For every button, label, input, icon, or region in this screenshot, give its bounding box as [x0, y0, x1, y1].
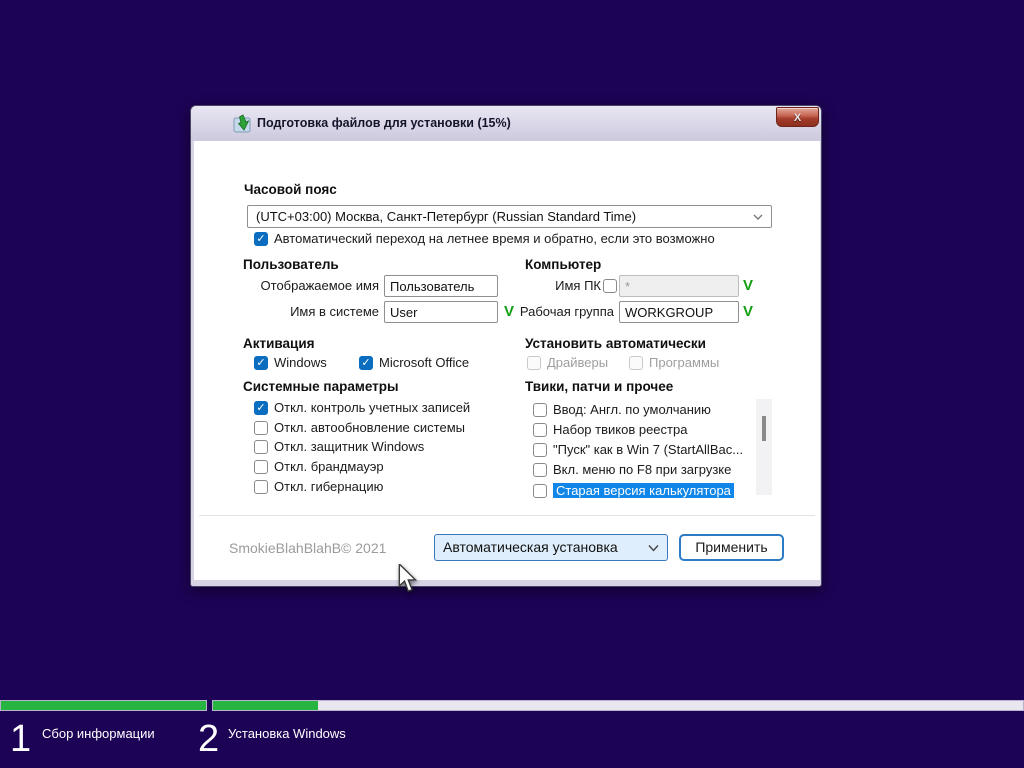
sysparam-label: Откл. гибернацию: [274, 479, 384, 494]
installer-icon: [233, 114, 251, 133]
computer-section-header: Компьютер: [525, 257, 602, 272]
mouse-cursor: [398, 564, 418, 593]
installer-dialog: Подготовка файлов для установки (15%) X …: [190, 105, 822, 587]
dst-checkbox[interactable]: Автоматический переход на летнее время и…: [254, 231, 715, 246]
activation-windows-checkbox[interactable]: Windows: [254, 355, 327, 370]
system-name-label: Имя в системе: [290, 304, 379, 319]
checkbox-icon: [254, 400, 268, 415]
sysparam-label: Откл. защитник Windows: [274, 439, 425, 454]
workgroup-input[interactable]: [619, 301, 739, 323]
step-2-label: Установка Windows: [228, 726, 346, 741]
tweak-label: Вкл. меню по F8 при загрузке: [553, 462, 732, 477]
close-button[interactable]: X: [776, 107, 819, 127]
sysparam-label: Откл. брандмауэр: [274, 459, 384, 474]
copyright-text: SmokieBlahBlahB© 2021: [229, 540, 387, 556]
sysparam-autoupdate-checkbox[interactable]: Откл. автообновление системы: [254, 420, 465, 435]
activation-header: Активация: [243, 336, 315, 351]
apply-button[interactable]: Применить: [679, 534, 784, 561]
display-name-label: Отображаемое имя: [260, 278, 379, 293]
step-2-number: 2: [198, 718, 220, 760]
auto-install-programs-checkbox: Программы: [629, 355, 719, 370]
tweaks-list: Ввод: Англ. по умолчанию Набор твиков ре…: [531, 399, 759, 498]
checkbox-icon: [254, 439, 268, 454]
tweak-label: Ввод: Англ. по умолчанию: [553, 402, 711, 417]
install-mode-select[interactable]: Автоматическая установка: [434, 534, 668, 561]
display-name-input[interactable]: [384, 275, 498, 297]
install-mode-value: Автоматическая установка: [443, 539, 618, 555]
pc-name-status: V: [743, 277, 754, 294]
checkbox-icon: [359, 355, 373, 370]
activation-office-label: Microsoft Office: [379, 355, 470, 370]
sysparam-defender-checkbox[interactable]: Откл. защитник Windows: [254, 439, 424, 454]
pc-name-input: [619, 275, 739, 297]
sysparam-label: Откл. контроль учетных записей: [274, 400, 471, 415]
checkbox-icon: [254, 355, 268, 370]
progress-bar-step2: [212, 700, 1024, 711]
checkbox-icon: [533, 402, 547, 417]
user-section-header: Пользователь: [243, 257, 339, 272]
footer-separator: [199, 515, 815, 516]
checkbox-icon: [254, 479, 268, 494]
sysparam-hibernate-checkbox[interactable]: Откл. гибернацию: [254, 479, 383, 494]
checkbox-icon: [533, 462, 547, 477]
sysparam-label: Откл. автообновление системы: [274, 420, 465, 435]
dialog-title: Подготовка файлов для установки (15%): [257, 116, 511, 130]
auto-install-drivers-checkbox: Драйверы: [527, 355, 608, 370]
checkbox-icon: [254, 231, 268, 246]
pc-name-checkbox[interactable]: [603, 279, 617, 293]
pc-name-label: Имя ПК: [555, 278, 601, 293]
system-params-header: Системные параметры: [243, 379, 399, 394]
step-1-label: Сбор информации: [42, 726, 155, 741]
tweak-f8menu-checkbox[interactable]: Вкл. меню по F8 при загрузке: [533, 462, 731, 477]
tweak-label-selected: Старая версия калькулятора: [553, 483, 734, 498]
auto-install-programs-label: Программы: [649, 355, 720, 370]
progress-fill: [213, 701, 319, 710]
chevron-down-icon: [753, 214, 763, 220]
timezone-header: Часовой пояс: [244, 182, 337, 197]
tweak-registry-checkbox[interactable]: Набор твиков реестра: [533, 422, 687, 437]
timezone-select[interactable]: (UTC+03:00) Москва, Санкт-Петербург (Rus…: [247, 205, 772, 228]
progress-bar-step1: [0, 700, 207, 711]
tweak-old-calculator-checkbox[interactable]: Старая версия калькулятора: [533, 483, 734, 498]
checkbox-icon: [527, 355, 541, 370]
timezone-selected-value: (UTC+03:00) Москва, Санкт-Петербург (Rus…: [256, 209, 637, 224]
checkbox-icon: [533, 483, 547, 498]
sysparam-uac-checkbox[interactable]: Откл. контроль учетных записей: [254, 400, 470, 415]
workgroup-status: V: [743, 303, 754, 320]
checkbox-icon: [603, 279, 617, 293]
progress-fill: [1, 701, 206, 710]
system-name-input[interactable]: [384, 301, 498, 323]
activation-windows-label: Windows: [274, 355, 327, 370]
dialog-client-area: Часовой пояс (UTC+03:00) Москва, Санкт-П…: [194, 141, 820, 580]
tweak-label: Набор твиков реестра: [553, 422, 688, 437]
tweak-input-lang-checkbox[interactable]: Ввод: Англ. по умолчанию: [533, 402, 711, 417]
auto-install-header: Установить автоматически: [525, 336, 706, 351]
dst-checkbox-label: Автоматический переход на летнее время и…: [274, 231, 715, 246]
checkbox-icon: [254, 420, 268, 435]
checkbox-icon: [629, 355, 643, 370]
tweak-startmenu-checkbox[interactable]: "Пуск" как в Win 7 (StartAllBac...: [533, 442, 743, 457]
auto-install-drivers-label: Драйверы: [547, 355, 609, 370]
checkbox-icon: [254, 459, 268, 474]
tweaks-scrollbar[interactable]: [756, 399, 772, 495]
tweak-label: "Пуск" как в Win 7 (StartAllBac...: [553, 442, 744, 457]
activation-office-checkbox[interactable]: Microsoft Office: [359, 355, 469, 370]
close-icon: X: [793, 112, 802, 124]
checkbox-icon: [533, 442, 547, 457]
sysparam-firewall-checkbox[interactable]: Откл. брандмауэр: [254, 459, 384, 474]
dialog-titlebar[interactable]: Подготовка файлов для установки (15%) X: [191, 106, 821, 141]
scrollbar-thumb[interactable]: [762, 416, 766, 441]
workgroup-label: Рабочая группа: [519, 304, 614, 319]
step-1-number: 1: [10, 718, 32, 760]
tweaks-header: Твики, патчи и прочее: [525, 379, 674, 394]
chevron-down-icon: [648, 544, 659, 552]
checkbox-icon: [533, 422, 547, 437]
